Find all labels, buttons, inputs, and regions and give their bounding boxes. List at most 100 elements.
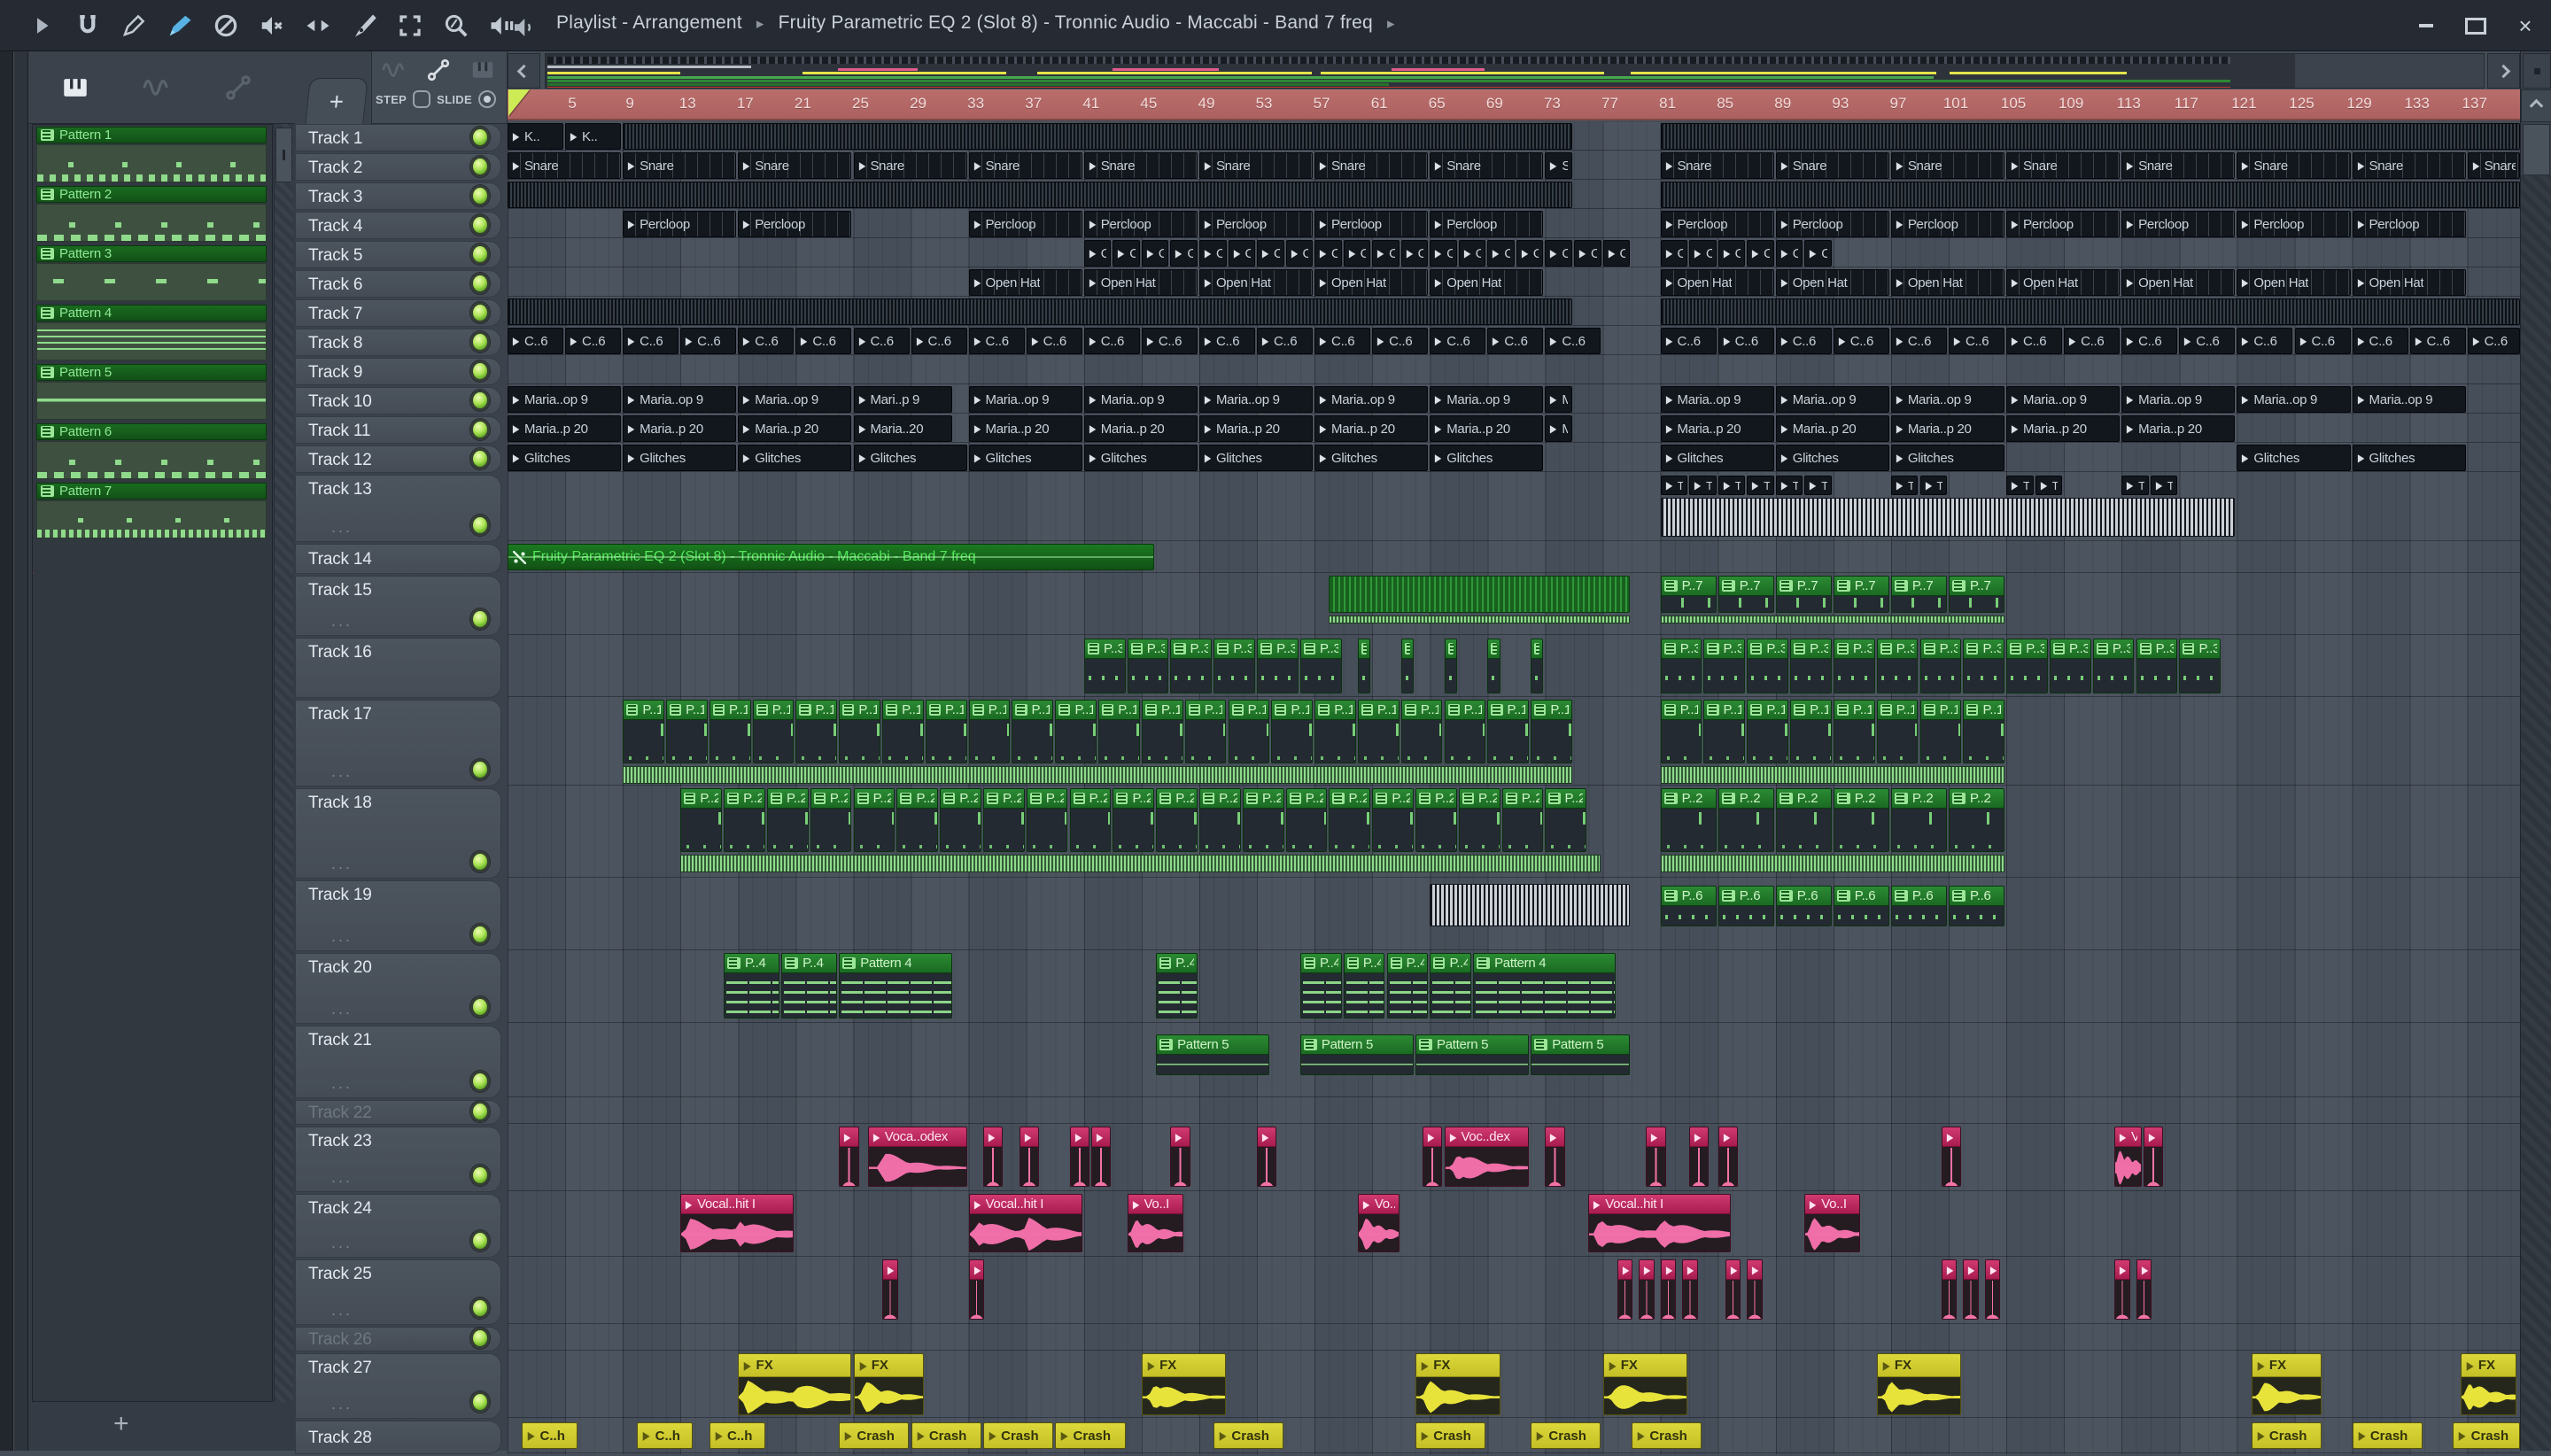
- audio-clip[interactable]: ▶Snare: [738, 152, 852, 179]
- audio-clip[interactable]: ▶ T..: [2035, 476, 2063, 495]
- audio-clip[interactable]: ▶ Maria..20: [853, 415, 953, 442]
- pattern-clip[interactable]: P..2: [1833, 788, 1889, 852]
- paint-brush-icon[interactable]: [163, 9, 197, 43]
- audio-clip[interactable]: ▶ Maria..op 9: [2352, 386, 2466, 413]
- pattern-clip[interactable]: P..2: [1156, 788, 1198, 852]
- audio-clip[interactable]: ▶ C..6: [2064, 328, 2121, 354]
- audio-clip[interactable]: ▶ T..M: [1660, 476, 1688, 495]
- pattern-clip[interactable]: P..3: [1963, 639, 2005, 693]
- pattern-item[interactable]: Pattern 2: [36, 186, 267, 243]
- audio-clip[interactable]: ▶ C..6: [2467, 328, 2520, 354]
- wavec-icon[interactable]: [142, 73, 172, 103]
- audio-clip[interactable]: ▶ M..: [1545, 415, 1572, 442]
- audio-clip[interactable]: ▶Snare: [623, 152, 737, 179]
- audio-clip[interactable]: ▶ Maria..op 9: [1775, 386, 1889, 413]
- link-icon[interactable]: [425, 57, 452, 83]
- track-resize-dots[interactable]: ...: [331, 1301, 353, 1320]
- audio-clip[interactable]: ▶Snare: [1430, 152, 1544, 179]
- audio-clip[interactable]: ▶ Percloop: [968, 211, 1082, 237]
- audio-clip[interactable]: ▶ Maria..p 20: [1890, 415, 2005, 442]
- pattern-clip[interactable]: [1357, 639, 1371, 693]
- mute-led[interactable]: [470, 1328, 490, 1349]
- pattern-clip[interactable]: P..1: [1963, 700, 2005, 763]
- pattern-clip[interactable]: P..6: [1890, 886, 1947, 926]
- pattern-clip[interactable]: P..7: [1890, 576, 1947, 613]
- track-header[interactable]: Track 19...: [295, 880, 501, 951]
- track-name[interactable]: Track 22: [308, 1104, 372, 1123]
- audio-clip[interactable]: ▶ Glitches: [738, 445, 852, 471]
- scrollbar-thumb[interactable]: [2523, 124, 2550, 175]
- audio-clip[interactable]: ▶ Percloop: [738, 211, 852, 237]
- audio-clip[interactable]: ▶ Maria..p 20: [1775, 415, 1889, 442]
- audio-strip-clip[interactable]: [1660, 123, 2520, 150]
- track-name[interactable]: Track 17: [308, 705, 372, 724]
- audio-clip[interactable]: ▶ T..: [1747, 476, 1774, 495]
- pattern-clip[interactable]: P..2: [853, 788, 896, 852]
- audio-clip[interactable]: ▶ Percloop: [1890, 211, 2005, 237]
- pattern-clip[interactable]: P..1: [1141, 700, 1183, 763]
- vocal-hit-clip[interactable]: ▶: [982, 1127, 1004, 1187]
- pattern-clip[interactable]: P..3: [1790, 639, 1832, 693]
- audio-clip[interactable]: ▶ Open Hat: [1199, 269, 1314, 296]
- vocal-hit-clip[interactable]: ▶: [1090, 1127, 1112, 1187]
- audio-clip[interactable]: ▶ O..: [1314, 240, 1342, 267]
- audio-clip[interactable]: ▶ O..: [1717, 240, 1746, 267]
- pattern-block[interactable]: [1329, 576, 1631, 613]
- track-lane[interactable]: [508, 1258, 2520, 1324]
- pattern-clip[interactable]: P..1: [1357, 700, 1400, 763]
- audio-clip[interactable]: ▶ C..6: [2409, 328, 2466, 354]
- audio-clip[interactable]: ▶ C..6: [2294, 328, 2351, 354]
- track-resize-dots[interactable]: ...: [331, 1168, 353, 1187]
- mute-led[interactable]: [470, 608, 490, 630]
- audio-clip[interactable]: ▶ T..: [2150, 476, 2178, 495]
- audio-clip[interactable]: ▶Snare: [853, 152, 967, 179]
- audio-clip[interactable]: ▶ C..6: [1775, 328, 1832, 354]
- track-lane[interactable]: [508, 1419, 2520, 1453]
- mute-led[interactable]: [470, 127, 490, 148]
- audio-clip[interactable]: ▶ Maria..p 20: [1314, 415, 1429, 442]
- audio-clip[interactable]: ▶Snare: [1199, 152, 1314, 179]
- audio-clip[interactable]: ▶ C..6: [2121, 328, 2178, 354]
- audio-clip[interactable]: ▶ T..: [1689, 476, 1717, 495]
- pattern-clip[interactable]: P..1: [623, 700, 664, 763]
- vocal-hit-clip[interactable]: ▶: [1717, 1127, 1739, 1187]
- scroll-up-button[interactable]: [2521, 89, 2551, 122]
- vocal-hit-clip[interactable]: ▶: [839, 1127, 859, 1187]
- audio-clip[interactable]: ▶ O..: [1804, 240, 1832, 267]
- audio-clip[interactable]: ▶ Maria..op 9: [738, 386, 852, 413]
- track-header[interactable]: Track 11: [295, 416, 501, 444]
- audio-clip[interactable]: ▶ Maria..op 9: [968, 386, 1082, 413]
- audio-strip-clip[interactable]: [508, 182, 1572, 208]
- track-name[interactable]: Track 9: [308, 363, 362, 383]
- pattern-clip[interactable]: Pattern 4: [1473, 953, 1616, 1018]
- audio-clip[interactable]: ▶Snare: [2237, 152, 2351, 179]
- mute-icon[interactable]: [255, 9, 289, 43]
- pattern-clip[interactable]: P..2: [766, 788, 809, 852]
- mute-led[interactable]: [470, 419, 490, 440]
- pattern-clip[interactable]: P..3: [1127, 639, 1169, 693]
- pattern-clip[interactable]: P..1: [1098, 700, 1140, 763]
- audio-clip[interactable]: ▶Snare: [1545, 152, 1572, 179]
- pattern-clip[interactable]: P..1: [968, 700, 1011, 763]
- vocal-hit-clip[interactable]: ▶: [1617, 1259, 1633, 1320]
- vocal-hit-clip[interactable]: ▶: [2143, 1127, 2163, 1187]
- scroll-left-button[interactable]: [508, 53, 540, 89]
- audio-clip[interactable]: ▶ O..: [1400, 240, 1429, 267]
- pattern-clip[interactable]: P..1: [1012, 700, 1054, 763]
- piano-icon[interactable]: [60, 73, 90, 103]
- audio-clip[interactable]: ▶ C..6: [1949, 328, 2005, 354]
- audio-clip[interactable]: ▶ T..M: [2121, 476, 2149, 495]
- draw-pencil-icon[interactable]: [117, 9, 151, 43]
- track-name[interactable]: Track 25: [308, 1265, 372, 1284]
- pattern-clip[interactable]: Pattern 5: [1299, 1034, 1415, 1075]
- pattern-clip[interactable]: Pattern 5: [1156, 1034, 1270, 1075]
- mute-led[interactable]: [470, 273, 490, 294]
- audio-clip[interactable]: ▶ Maria..op 9: [1199, 386, 1314, 413]
- track-header[interactable]: Track 10: [295, 387, 501, 414]
- pattern-clip[interactable]: P..2: [1199, 788, 1241, 852]
- close-button[interactable]: ×: [2512, 12, 2539, 39]
- track-name[interactable]: Track 23: [308, 1132, 372, 1151]
- audio-clip[interactable]: ▶ O..: [1285, 240, 1314, 267]
- audio-clip[interactable]: ▶ C..6: [623, 328, 679, 354]
- audio-clip[interactable]: ▶ Glitches: [1660, 445, 1774, 471]
